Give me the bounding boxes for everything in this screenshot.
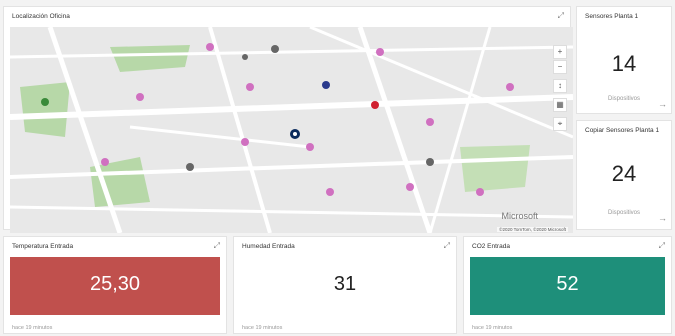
- locate-button[interactable]: ⌖: [553, 117, 567, 131]
- map-card: Localización Oficina ⤢ Microsoft ©2020 T…: [3, 6, 573, 233]
- expand-icon[interactable]: ⤢: [558, 11, 564, 21]
- sensores-planta-1-card[interactable]: Sensores Planta 1 14 Dispositivos →: [576, 6, 672, 114]
- map-brand: Microsoft: [501, 211, 538, 221]
- value-panel: 25,30: [10, 257, 220, 315]
- copiar-sensores-card[interactable]: Copiar Sensores Planta 1 24 Dispositivos…: [576, 120, 672, 230]
- sensor-label: Dispositivos: [607, 96, 640, 102]
- zoom-in-button[interactable]: +: [553, 45, 567, 59]
- value-panel: 31: [240, 257, 450, 315]
- value-panel: 52: [470, 257, 665, 315]
- expand-icon[interactable]: ⤢: [444, 241, 450, 251]
- arrow-right-icon[interactable]: →: [658, 99, 667, 109]
- expand-icon[interactable]: ⤢: [214, 241, 220, 251]
- humidity-value: 31: [333, 273, 357, 295]
- map-svg: [10, 27, 573, 233]
- temperatura-card[interactable]: Temperatura Entrada ⤢ 25,30 hace 19 minu…: [3, 236, 227, 334]
- card-title: Humedad Entrada: [242, 243, 295, 250]
- compass-button[interactable]: ↕: [553, 79, 567, 93]
- temperature-value: 25,30: [89, 273, 141, 295]
- timestamp: hace 19 minutos: [472, 325, 513, 331]
- sensor-label: Dispositivos: [607, 210, 640, 216]
- card-title: CO2 Entrada: [472, 243, 510, 250]
- map-attribution: ©2020 TomTom, ©2020 Microsoft: [497, 227, 568, 232]
- sensor-count: 14: [611, 51, 637, 76]
- sensor-count: 24: [611, 161, 637, 186]
- card-title: Sensores Planta 1: [585, 13, 639, 20]
- timestamp: hace 19 minutos: [12, 325, 53, 331]
- card-title: Temperatura Entrada: [12, 243, 74, 250]
- co2-card[interactable]: CO2 Entrada ⤢ 52 hace 19 minutos: [463, 236, 672, 334]
- map-view[interactable]: Microsoft ©2020 TomTom, ©2020 Microsoft …: [10, 27, 573, 233]
- humedad-card[interactable]: Humedad Entrada ⤢ 31 hace 19 minutos: [233, 236, 457, 334]
- timestamp: hace 19 minutos: [242, 325, 283, 331]
- map-style-button[interactable]: ▦: [553, 98, 567, 112]
- card-title: Copiar Sensores Planta 1: [585, 127, 660, 134]
- map-card-title: Localización Oficina: [12, 13, 70, 20]
- arrow-right-icon[interactable]: →: [658, 213, 667, 223]
- expand-icon[interactable]: ⤢: [659, 241, 665, 251]
- zoom-out-button[interactable]: −: [553, 60, 567, 74]
- co2-value: 52: [556, 273, 579, 295]
